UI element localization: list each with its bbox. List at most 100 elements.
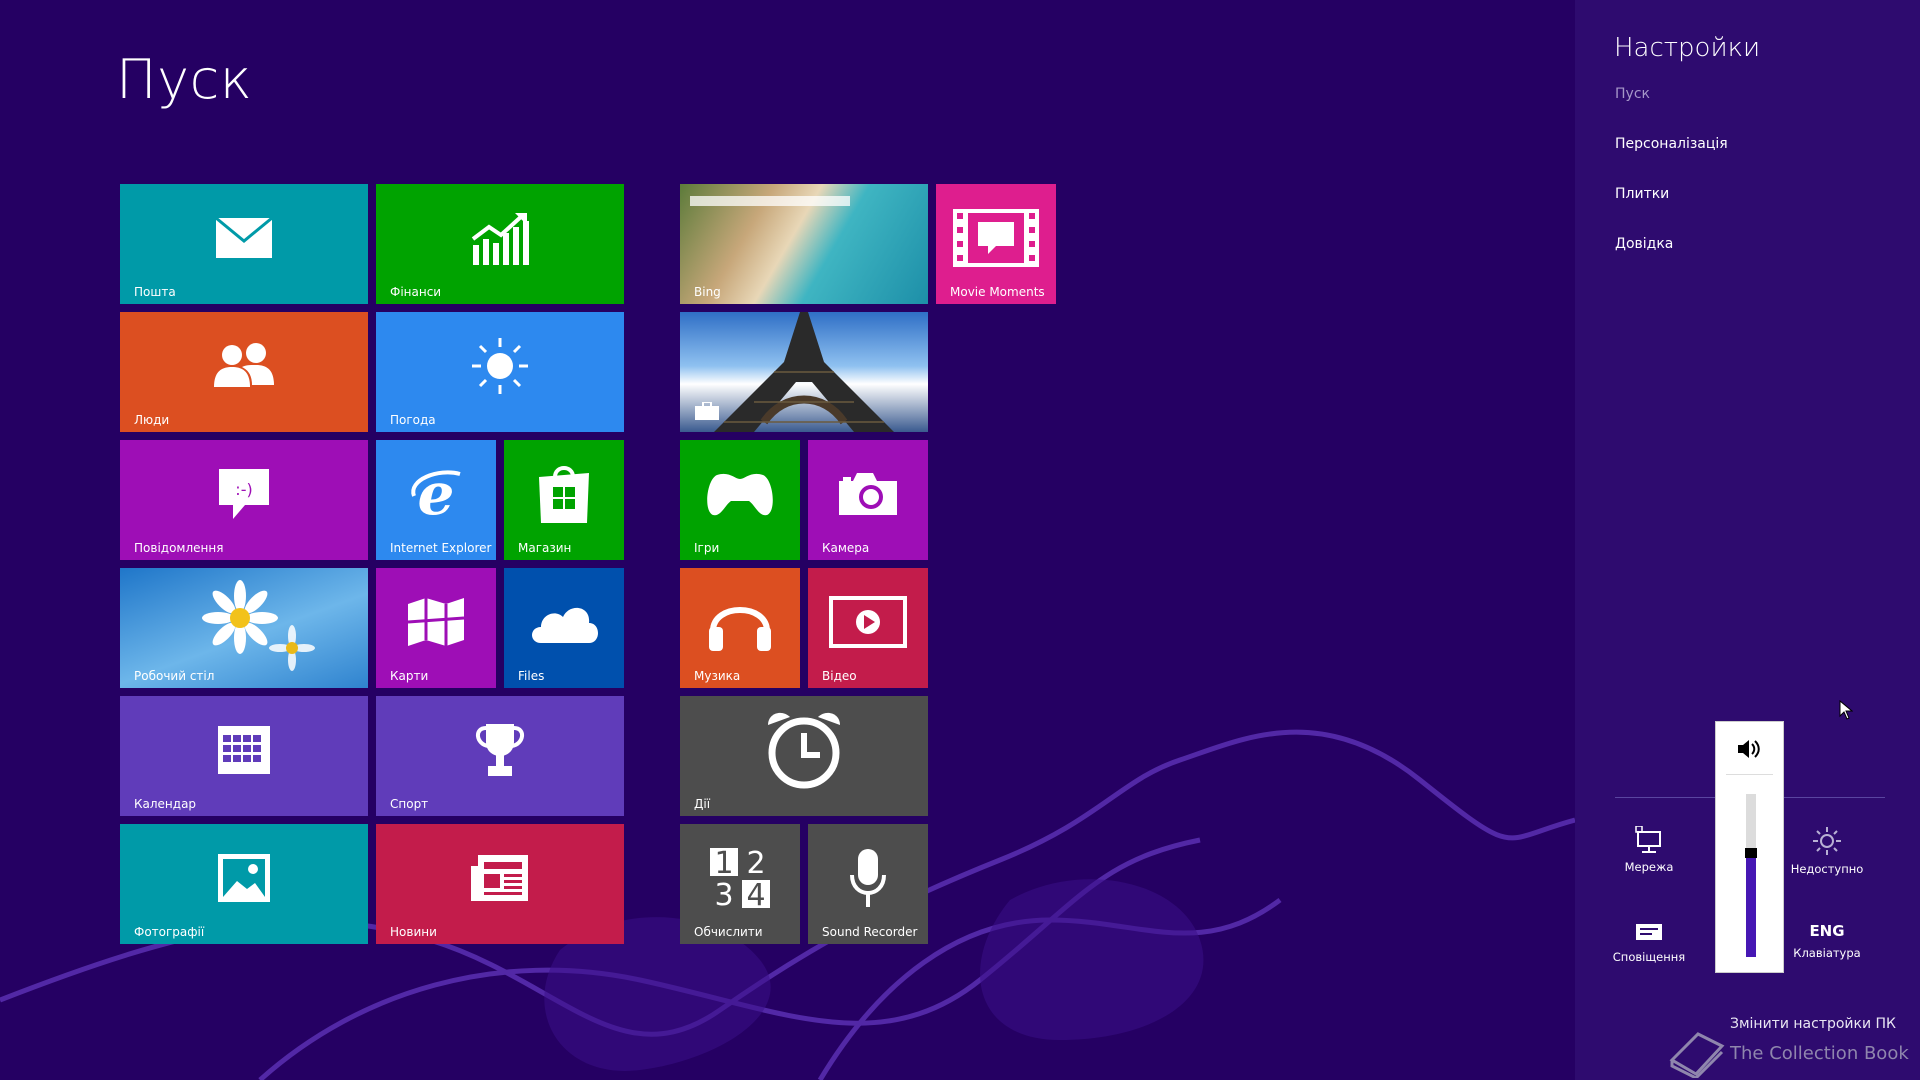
tile-label: Повідомлення: [134, 541, 224, 555]
tile-label: Люди: [134, 413, 170, 427]
watermark-text: The Collection Book: [1730, 1043, 1909, 1064]
notifications-icon: [1636, 924, 1662, 940]
store-icon: [539, 466, 589, 523]
svg-text::-): :-): [235, 480, 252, 499]
tile-news[interactable]: Новини: [376, 824, 624, 944]
tile-label: Відео: [822, 669, 857, 683]
trophy-icon: [476, 724, 524, 776]
tile-maps[interactable]: Карти: [376, 568, 496, 688]
tile-label: Магазин: [518, 541, 572, 555]
camera-icon: [839, 473, 897, 515]
film-icon: [953, 209, 1039, 267]
speaker-icon[interactable]: [1736, 738, 1762, 760]
tile-files[interactable]: Files: [504, 568, 624, 688]
tile-sport[interactable]: Спорт: [376, 696, 624, 816]
video-icon: [829, 596, 907, 648]
tile-label: Internet Explorer: [390, 541, 492, 555]
news-icon: [471, 855, 528, 901]
svg-text:3: 3: [714, 878, 733, 910]
start-title: Пуск: [116, 48, 253, 111]
tile-finance[interactable]: Фінанси: [376, 184, 624, 304]
tile-sound-recorder[interactable]: Sound Recorder: [808, 824, 928, 944]
tile-bing[interactable]: Bing: [680, 184, 928, 304]
tile-label: Пошта: [134, 285, 176, 299]
notifications-label: Сповіщення: [1612, 950, 1686, 964]
tile-ie[interactable]: e Internet Explorer: [376, 440, 496, 560]
tile-label: Фінанси: [390, 285, 442, 299]
volume-flyout: [1716, 722, 1783, 972]
tile-messaging[interactable]: :-) Повідомлення: [120, 440, 368, 560]
tile-alarms[interactable]: Дії: [680, 696, 928, 816]
tile-calculator[interactable]: 1234 Обчислити: [680, 824, 800, 944]
tile-camera[interactable]: Камера: [808, 440, 928, 560]
svg-text:1: 1: [714, 846, 733, 881]
keyboard-lang: ENG: [1809, 922, 1845, 940]
tile-people[interactable]: Люди: [120, 312, 368, 432]
volume-thumb[interactable]: [1745, 848, 1757, 858]
tile-label: Погода: [390, 413, 436, 427]
tile-label: Спорт: [390, 797, 429, 811]
charm-item-tiles[interactable]: Плитки: [1615, 186, 1669, 202]
brightness-icon: [1813, 827, 1841, 855]
charm-item-personalization[interactable]: Персоналізація: [1615, 136, 1728, 152]
messaging-icon: :-): [219, 469, 269, 519]
tile-label: Sound Recorder: [822, 925, 918, 939]
mail-icon: [215, 217, 273, 258]
tile-mail[interactable]: Пошта: [120, 184, 368, 304]
keyboard-label: Клавіатура: [1793, 946, 1861, 960]
tile-label: Обчислити: [694, 925, 763, 939]
volume-slider[interactable]: [1745, 794, 1757, 957]
network-button[interactable]: Мережа: [1594, 826, 1704, 874]
tile-calendar[interactable]: Календар: [120, 696, 368, 816]
tile-label: Новини: [390, 925, 437, 939]
headphones-icon: [709, 607, 771, 651]
tile-desktop[interactable]: Робочий стіл: [120, 568, 368, 688]
microphone-icon: [850, 849, 886, 907]
tile-label: Files: [518, 669, 545, 683]
keyboard-button[interactable]: ENG Клавіатура: [1772, 922, 1882, 960]
brightness-label: Недоступно: [1790, 862, 1864, 876]
tile-travel[interactable]: [680, 312, 928, 432]
tile-label: Камера: [822, 541, 870, 555]
tile-weather[interactable]: Погода: [376, 312, 624, 432]
tile-label: Movie Moments: [950, 285, 1045, 299]
svg-text:4: 4: [746, 878, 765, 910]
charm-item-help[interactable]: Довідка: [1615, 236, 1673, 252]
tile-label: Дії: [694, 797, 711, 811]
tile-music[interactable]: Музика: [680, 568, 800, 688]
notifications-button[interactable]: Сповіщення: [1594, 922, 1704, 964]
tile-label: Календар: [134, 797, 197, 811]
charm-title: Настройки: [1614, 33, 1761, 63]
network-label: Мережа: [1624, 860, 1674, 874]
chart-icon: [471, 213, 529, 265]
charm-item-start[interactable]: Пуск: [1615, 86, 1650, 102]
gamepad-icon: [707, 473, 773, 516]
volume-divider: [1726, 774, 1773, 775]
calculator-icon: 1 23 4: [710, 846, 770, 910]
internet-explorer-icon: e: [411, 466, 461, 522]
tile-label: Музика: [694, 669, 741, 683]
tile-label: Карти: [390, 669, 429, 683]
volume-fill: [1746, 856, 1756, 957]
network-icon: [1635, 826, 1661, 853]
tile-games[interactable]: Ігри: [680, 440, 800, 560]
tile-label: Bing: [694, 285, 721, 299]
book-logo-icon: [1669, 1032, 1725, 1078]
change-pc-settings-link[interactable]: Змінити настройки ПК: [1730, 1016, 1896, 1032]
tile-photos[interactable]: Фотографії: [120, 824, 368, 944]
people-icon: [214, 343, 274, 387]
tile-movie-moments[interactable]: Movie Moments: [936, 184, 1056, 304]
tile-label: Фотографії: [134, 925, 205, 939]
svg-text:2: 2: [746, 846, 765, 881]
brightness-button[interactable]: Недоступно: [1772, 826, 1882, 876]
tile-video[interactable]: Відео: [808, 568, 928, 688]
bing-search-box: [690, 196, 850, 206]
sun-icon: [472, 338, 528, 394]
tile-label: Робочий стіл: [134, 669, 215, 683]
tile-store[interactable]: Магазин: [504, 440, 624, 560]
eiffel-image: [714, 312, 894, 432]
photos-icon: [218, 854, 270, 902]
tile-label: Ігри: [694, 541, 720, 555]
map-icon: [407, 598, 465, 646]
alarm-clock-icon: [768, 712, 840, 789]
